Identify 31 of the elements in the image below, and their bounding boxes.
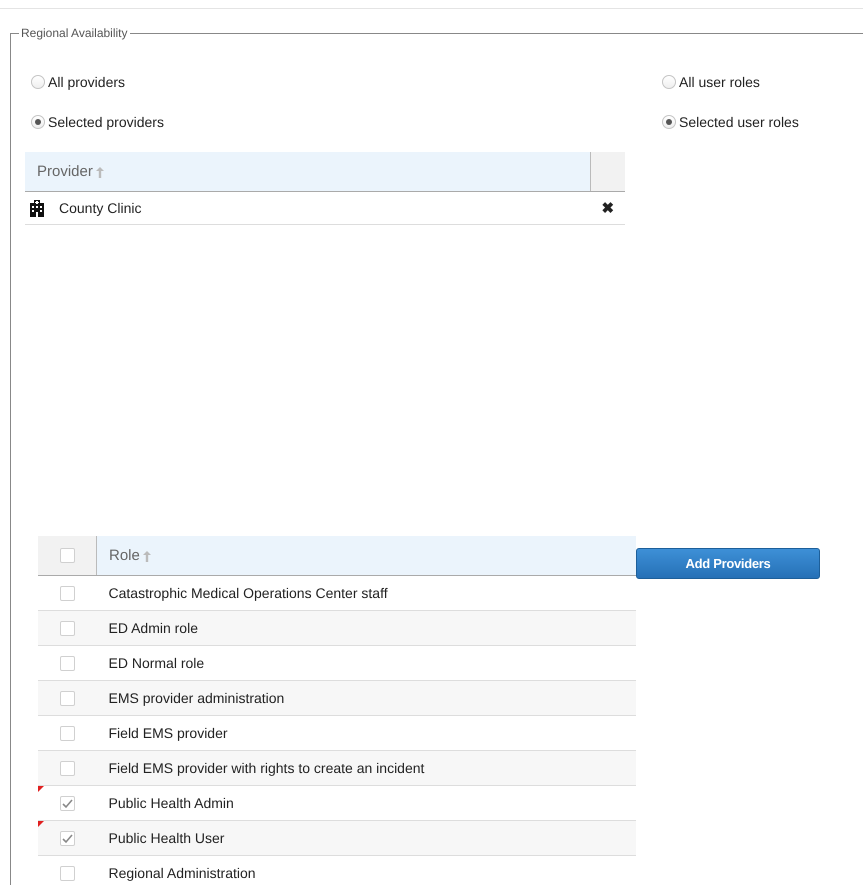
fieldset-legend: Regional Availability <box>19 26 130 40</box>
table-cell: ED Admin role <box>96 610 636 646</box>
radio-label[interactable]: All user roles <box>679 74 760 90</box>
table-cell: Field EMS provider with rights to create an incident <box>96 750 636 786</box>
checkbox[interactable] <box>60 866 75 880</box>
column-header[interactable]: Provider <box>25 152 590 192</box>
checkbox[interactable] <box>60 760 75 776</box>
checkbox[interactable] <box>60 796 75 810</box>
checkbox[interactable] <box>60 620 75 636</box>
sort-ascending-icon <box>142 550 151 562</box>
radio-label[interactable]: Selected providers <box>48 114 164 130</box>
checkbox[interactable] <box>60 690 75 706</box>
radio-button[interactable] <box>31 75 45 89</box>
checkbox[interactable] <box>60 726 75 740</box>
table-cell-text: County Clinic <box>58 200 142 216</box>
table-cell: EMS provider administration <box>96 680 636 716</box>
building-icon <box>29 199 45 217</box>
table-cell: Regional Administration <box>96 856 636 885</box>
checkbox[interactable] <box>60 830 75 846</box>
sort-ascending-icon <box>96 166 104 178</box>
table-cell: Public Health User <box>96 820 636 856</box>
radio-label[interactable]: Selected user roles <box>679 114 799 130</box>
column-header[interactable]: Role <box>96 536 636 576</box>
add-providers-button[interactable]: Add Providers <box>636 548 820 579</box>
checkbox[interactable] <box>60 586 75 600</box>
checkbox[interactable] <box>60 548 74 563</box>
checkbox[interactable] <box>60 656 75 670</box>
radio-button[interactable] <box>662 115 676 129</box>
radio-label[interactable]: All providers <box>48 74 126 90</box>
radio-button[interactable] <box>662 75 676 89</box>
radio-button[interactable] <box>31 115 45 129</box>
